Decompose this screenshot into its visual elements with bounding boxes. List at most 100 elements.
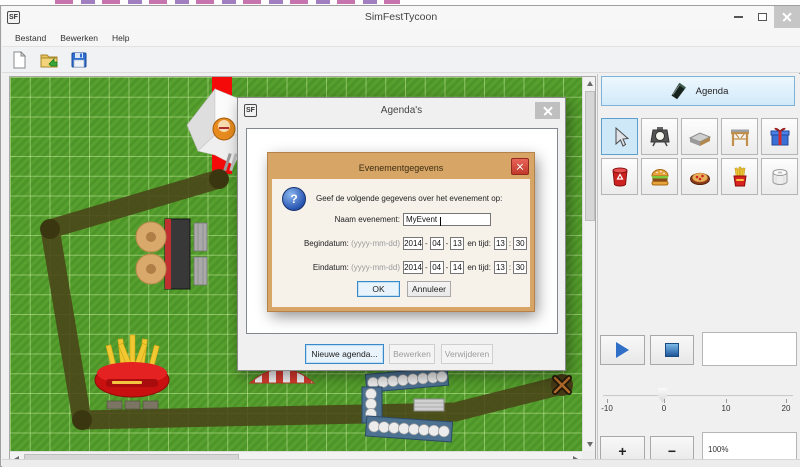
end-day-input[interactable] <box>450 261 464 274</box>
name-label: Naam evenement: <box>272 215 400 224</box>
fries-icon <box>728 165 752 189</box>
end-minute-input[interactable] <box>513 261 527 274</box>
event-dialog-title: Evenementgegevens <box>272 157 530 179</box>
edit-agenda-button: Bewerken <box>389 344 435 364</box>
hamburger-icon <box>648 165 672 189</box>
scroll-down-icon[interactable] <box>583 438 596 451</box>
menu-bewerken[interactable]: Bewerken <box>53 31 105 45</box>
stop-icon <box>665 343 679 357</box>
menu-help[interactable]: Help <box>105 31 136 45</box>
speed-slider-thumb[interactable] <box>658 388 667 403</box>
gift-icon <box>768 125 792 149</box>
vertical-scroll-thumb[interactable] <box>585 91 595 221</box>
toilet-roll-icon <box>768 165 792 189</box>
window-bottom-strip <box>2 459 800 467</box>
time-label: en tijd: <box>464 239 494 248</box>
truss-gate-icon <box>728 125 752 149</box>
event-name-input[interactable] <box>403 213 491 226</box>
start-minute-input[interactable] <box>513 237 527 250</box>
event-dialog-close-button[interactable] <box>511 158 529 175</box>
delete-agenda-button: Verwijderen <box>441 344 493 364</box>
toolbar <box>2 47 800 73</box>
event-dialog-titlebar: Evenementgegevens <box>272 157 530 179</box>
tick-mark <box>726 399 727 403</box>
map-vertical-scrollbar[interactable] <box>582 77 595 451</box>
scroll-up-icon[interactable] <box>583 77 596 90</box>
play-button[interactable] <box>600 335 645 365</box>
agendas-dialog-close-button[interactable] <box>535 102 560 119</box>
titlebar: SF SimFestTycoon <box>2 6 800 29</box>
start-day-input[interactable] <box>450 237 464 250</box>
window-title: SimFestTycoon <box>2 6 800 29</box>
ok-button[interactable]: OK <box>357 281 400 297</box>
speed-slider-track[interactable] <box>603 395 793 397</box>
tool-fries-button[interactable] <box>721 158 758 195</box>
tool-select-button[interactable] <box>601 118 638 155</box>
cancel-button[interactable]: Annuleer <box>407 281 451 297</box>
new-document-button[interactable] <box>8 49 30 71</box>
minimize-button[interactable] <box>726 6 750 28</box>
dash-separator: - <box>423 263 430 272</box>
end-month-input[interactable] <box>430 261 444 274</box>
stop-button[interactable] <box>650 335 694 365</box>
start-year-input[interactable] <box>403 237 423 250</box>
background-window-text-fragments <box>55 0 400 4</box>
maximize-button[interactable] <box>750 6 774 28</box>
tool-spotlight-button[interactable] <box>641 118 678 155</box>
date-format-hint: (yyyy-mm-dd) <box>351 263 400 272</box>
text-caret <box>440 217 441 226</box>
tool-toilet-roll-button[interactable] <box>761 158 798 195</box>
tool-pizza-button[interactable] <box>681 158 718 195</box>
start-hour-input[interactable] <box>494 237 507 250</box>
circus-tent-top[interactable] <box>250 369 314 383</box>
event-prompt: Geef de volgende gegevens over het evene… <box>316 194 526 203</box>
close-icon <box>515 161 526 172</box>
time-label: en tijd: <box>464 263 494 272</box>
tool-hamburger-button[interactable] <box>641 158 678 195</box>
cursor-icon <box>608 125 632 149</box>
new-document-icon <box>9 50 29 70</box>
start-month-input[interactable] <box>430 237 444 250</box>
play-icon <box>616 342 629 358</box>
dash-separator: - <box>444 263 451 272</box>
date-format-hint: (yyyy-mm-dd) <box>351 239 400 248</box>
tick-mark <box>786 399 787 403</box>
x-marker[interactable] <box>551 374 573 396</box>
new-agenda-button[interactable]: Nieuwe agenda... <box>305 344 384 364</box>
menubar: Bestand Bewerken Help <box>2 29 800 47</box>
save-icon <box>69 50 89 70</box>
agenda-button[interactable]: Agenda <box>601 76 795 106</box>
burger-stand[interactable] <box>136 219 207 289</box>
open-button[interactable] <box>38 49 60 71</box>
menu-bestand[interactable]: Bestand <box>8 31 53 45</box>
pizza-icon <box>688 165 712 189</box>
agenda-book-icon <box>668 81 688 101</box>
dash-separator: - <box>423 239 430 248</box>
tick-label: 10 <box>716 404 736 413</box>
tool-trash-bin-button[interactable] <box>601 158 638 195</box>
tool-truss-gate-button[interactable] <box>721 118 758 155</box>
tick-label: 0 <box>654 404 674 413</box>
stage-icon <box>688 125 712 149</box>
tick-label: 20 <box>776 404 796 413</box>
save-button[interactable] <box>68 49 90 71</box>
tool-gift-button[interactable] <box>761 118 798 155</box>
close-button[interactable] <box>774 6 800 28</box>
start-date-label: Begindatum: (yyyy-mm-dd) <box>272 239 400 248</box>
fries-stand[interactable] <box>95 335 169 409</box>
trash-bin-icon <box>608 165 632 189</box>
event-data-dialog: Evenementgegevens ? Geef de volgende geg… <box>268 153 534 311</box>
simulation-time-display <box>702 332 797 366</box>
spotlight-icon <box>648 125 672 149</box>
end-hour-input[interactable] <box>494 261 507 274</box>
event-dialog-body: ? Geef de volgende gegevens over het eve… <box>272 179 530 307</box>
agendas-dialog-title: Agenda's <box>238 98 565 124</box>
open-folder-icon <box>39 50 59 70</box>
side-panel: Agenda <box>597 74 800 465</box>
tick-mark <box>607 399 608 403</box>
dash-separator: - <box>444 239 451 248</box>
end-year-input[interactable] <box>403 261 423 274</box>
tick-mark <box>664 399 665 403</box>
tool-stage-button[interactable] <box>681 118 718 155</box>
minimize-icon <box>734 16 743 18</box>
